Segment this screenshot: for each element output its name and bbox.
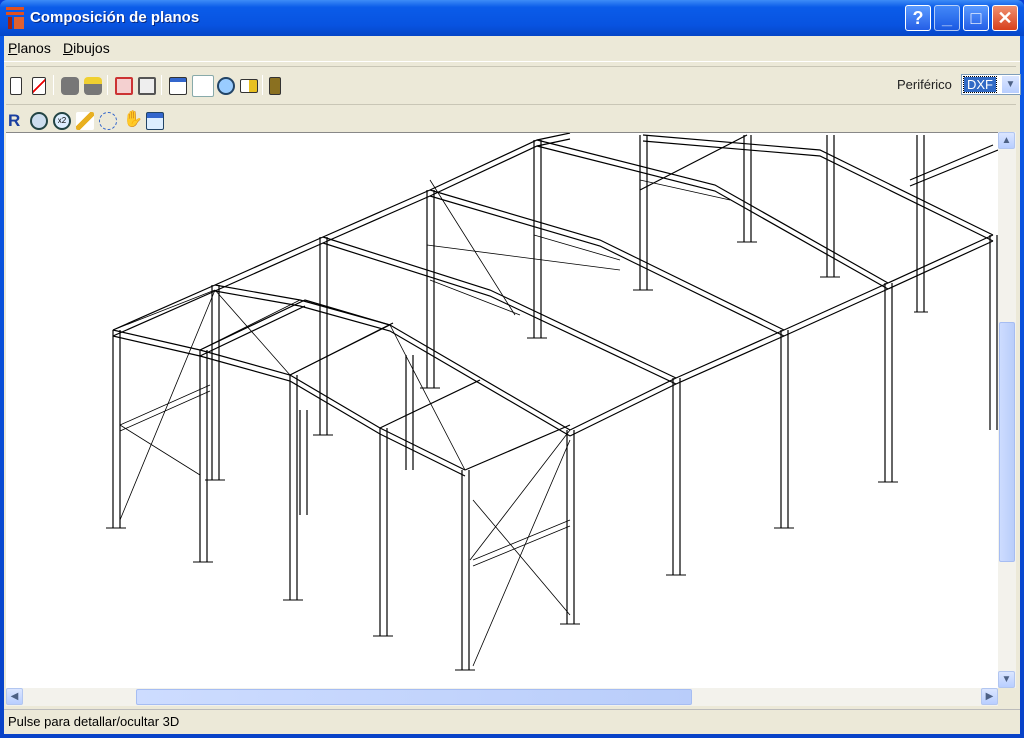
scroll-right-button[interactable]: ▶ <box>981 688 998 705</box>
steel-structure-3d-view <box>106 133 998 671</box>
zoom-redraw-icon[interactable]: R <box>8 112 26 130</box>
status-text: Pulse para detallar/ocultar 3D <box>8 714 180 729</box>
application-window: Composición de planos ? _ □ ✕ Planos Dib… <box>0 0 1024 738</box>
minimize-button[interactable]: _ <box>934 5 960 31</box>
chevron-down-icon[interactable]: ▼ <box>1002 76 1019 93</box>
bracing <box>112 179 731 667</box>
client-area: Planos Dibujos Periférico DXF ▼ R x2 ✋ ▲… <box>4 36 1021 734</box>
status-bar: Pulse para detallar/ocultar 3D <box>4 709 1020 732</box>
export-icon[interactable] <box>240 79 258 93</box>
menu-planos[interactable]: Planos <box>8 40 51 56</box>
preview-3d-icon[interactable] <box>217 77 235 95</box>
refresh-view-icon[interactable] <box>146 112 164 130</box>
help-button[interactable]: ? <box>905 5 931 31</box>
peripheral-select[interactable]: DXF ▼ <box>961 74 1021 95</box>
plan-layout-icon[interactable] <box>169 77 187 95</box>
zoom-extents-icon[interactable] <box>30 112 48 130</box>
drawing-canvas[interactable] <box>6 132 998 688</box>
new-plan-icon[interactable] <box>10 77 22 95</box>
close-button[interactable]: ✕ <box>992 5 1018 31</box>
move-drawing-icon[interactable] <box>115 77 133 95</box>
edit-drawing-icon[interactable] <box>192 75 214 97</box>
separator <box>53 75 54 95</box>
scroll-left-button[interactable]: ◀ <box>6 688 23 705</box>
separator <box>107 75 108 95</box>
separator <box>161 75 162 95</box>
scroll-down-button[interactable]: ▼ <box>998 671 1015 688</box>
menu-dibujos[interactable]: Dibujos <box>63 40 110 56</box>
arrange-drawings-icon[interactable] <box>138 77 156 95</box>
app-logo-icon <box>6 7 24 29</box>
peripheral-value: DXF <box>963 76 997 93</box>
vertical-scrollbar[interactable]: ▲ ▼ <box>998 132 1016 688</box>
delete-plan-icon[interactable] <box>32 77 46 95</box>
print-icon[interactable] <box>61 77 79 95</box>
menu-bar: Planos Dibujos <box>4 36 1020 62</box>
print-setup-icon[interactable] <box>84 77 102 95</box>
view-toolbar: R x2 ✋ <box>6 104 1016 132</box>
window-title: Composición de planos <box>30 9 200 26</box>
scroll-up-button[interactable]: ▲ <box>998 132 1015 149</box>
rafters <box>112 134 994 477</box>
exit-icon[interactable] <box>269 77 281 95</box>
columns <box>112 135 998 670</box>
horizontal-scrollbar[interactable]: ◀ ▶ <box>6 688 998 706</box>
peripheral-label: Periférico <box>897 77 952 92</box>
horizontal-scroll-thumb[interactable] <box>136 689 692 705</box>
main-toolbar: Periférico DXF ▼ <box>6 66 1021 102</box>
maximize-button[interactable]: □ <box>963 5 989 31</box>
pan-hand-icon[interactable]: ✋ <box>123 111 143 129</box>
zoom-previous-icon[interactable] <box>99 112 117 130</box>
vertical-scroll-thumb[interactable] <box>999 322 1015 562</box>
zoom-x2-icon[interactable]: x2 <box>53 112 71 130</box>
zoom-window-icon[interactable] <box>76 112 94 130</box>
title-bar[interactable]: Composición de planos ? _ □ ✕ <box>0 0 1024 36</box>
separator <box>262 75 263 95</box>
